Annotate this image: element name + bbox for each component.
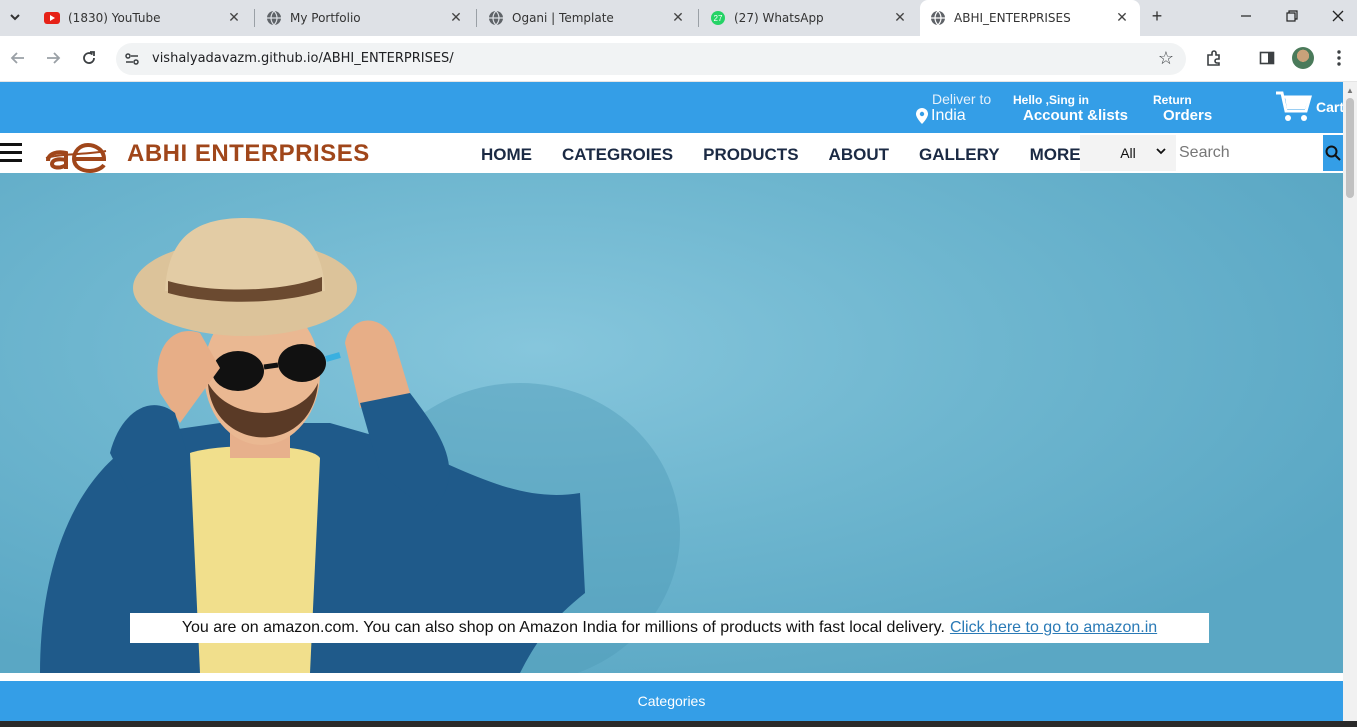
restore-icon	[1286, 10, 1298, 22]
tab-ogani[interactable]: Ogani | Template ✕	[480, 0, 694, 36]
search-bar: All	[1080, 135, 1343, 171]
tab-abhi-enterprises[interactable]: ABHI_ENTERPRISES ✕	[920, 0, 1140, 36]
tab-portfolio[interactable]: My Portfolio ✕	[258, 0, 472, 36]
close-window-button[interactable]	[1315, 0, 1357, 32]
extensions-button[interactable]	[1202, 46, 1226, 70]
tab-divider	[254, 9, 255, 27]
reload-button[interactable]	[77, 46, 101, 70]
web-page: Deliver to India Hello ,Sing in Account …	[0, 82, 1343, 727]
back-button[interactable]	[6, 46, 30, 70]
deliver-to[interactable]: Deliver to India	[916, 91, 991, 125]
tab-youtube[interactable]: (1830) YouTube ✕	[36, 0, 250, 36]
returns-label: Return	[1153, 93, 1192, 107]
amazon-notice-banner: You are on amazon.com. You can also shop…	[130, 613, 1209, 643]
hero-banner: You are on amazon.com. You can also shop…	[0, 173, 1343, 673]
address-bar[interactable]: vishalyadavazm.github.io/ABHI_ENTERPRISE…	[116, 43, 1186, 75]
cart-button[interactable]: Cart	[1276, 91, 1343, 123]
close-icon[interactable]: ✕	[448, 10, 464, 26]
tab-strip: (1830) YouTube ✕ My Portfolio ✕ Ogani | …	[0, 0, 1357, 36]
search-button[interactable]	[1323, 135, 1343, 171]
hamburger-menu-icon[interactable]	[0, 143, 22, 163]
amazon-notice-text: You are on amazon.com. You can also shop…	[181, 619, 945, 636]
whatsapp-icon: 27	[710, 10, 726, 26]
tab-title: (1830) YouTube	[68, 11, 161, 25]
close-icon[interactable]: ✕	[1114, 10, 1130, 26]
more-vertical-icon	[1337, 50, 1341, 66]
profile-avatar[interactable]	[1292, 47, 1314, 69]
minimize-icon	[1241, 15, 1251, 17]
brand-name[interactable]: ABHI ENTERPRISES	[127, 140, 370, 168]
hero-model-image	[40, 218, 680, 673]
tab-divider	[476, 9, 477, 27]
bookmark-star-icon[interactable]: ☆	[1158, 48, 1174, 69]
search-icon	[1325, 145, 1341, 161]
side-panel-icon	[1259, 51, 1275, 65]
minimize-button[interactable]	[1223, 0, 1269, 32]
amazon-in-link[interactable]: Click here to go to amazon.in	[950, 619, 1157, 637]
deliver-country: India	[931, 107, 966, 124]
close-icon[interactable]: ✕	[892, 10, 908, 26]
tab-title: (27) WhatsApp	[734, 11, 824, 25]
side-panel-button[interactable]	[1255, 46, 1279, 70]
scrollbar-thumb[interactable]	[1346, 98, 1354, 198]
browser-menu-button[interactable]	[1327, 46, 1351, 70]
globe-icon	[930, 10, 946, 26]
youtube-icon	[44, 10, 60, 26]
search-scope-value: All	[1120, 145, 1136, 161]
chevron-down-icon	[1156, 148, 1166, 155]
orders-label: Orders	[1163, 107, 1213, 124]
search-input[interactable]	[1176, 135, 1323, 171]
nav-gallery[interactable]: GALLERY	[904, 145, 1015, 165]
tab-divider	[698, 9, 699, 27]
arrow-right-icon	[47, 52, 61, 64]
search-scope-select[interactable]: All	[1080, 135, 1176, 171]
main-navbar: ABHI ENTERPRISES HOME CATEGROIES PRODUCT…	[0, 133, 1343, 173]
nav-categories[interactable]: CATEGROIES	[547, 145, 688, 165]
categories-bar[interactable]: Categories	[0, 681, 1343, 721]
restore-button[interactable]	[1269, 0, 1315, 32]
url-text[interactable]: vishalyadavazm.github.io/ABHI_ENTERPRISE…	[152, 51, 454, 66]
tab-title: Ogani | Template	[512, 11, 614, 25]
globe-icon	[266, 10, 282, 26]
new-tab-button[interactable]: +	[1146, 6, 1168, 28]
site-info-icon[interactable]	[124, 51, 140, 67]
location-pin-icon	[916, 108, 928, 124]
arrow-left-icon	[10, 52, 24, 64]
tab-search-button[interactable]	[4, 6, 26, 28]
close-icon[interactable]: ✕	[670, 10, 686, 26]
whatsapp-badge: 27	[714, 14, 723, 23]
tab-title: My Portfolio	[290, 11, 361, 25]
deliver-label: Deliver to	[932, 91, 992, 107]
nav-home[interactable]: HOME	[466, 145, 547, 165]
shopping-cart-icon	[1276, 91, 1312, 121]
main-menu: HOME CATEGROIES PRODUCTS ABOUT GALLERY M…	[466, 145, 1096, 165]
cart-label: Cart	[1316, 99, 1343, 115]
account-link[interactable]: Hello ,Sing in Account &lists	[1013, 93, 1128, 124]
reload-icon	[83, 51, 95, 64]
brand-logo[interactable]	[44, 133, 108, 173]
taskbar-edge	[0, 721, 1357, 727]
browser-toolbar: vishalyadavazm.github.io/ABHI_ENTERPRISE…	[0, 36, 1357, 82]
top-bar: Deliver to India Hello ,Sing in Account …	[0, 82, 1343, 133]
tab-whatsapp[interactable]: 27 (27) WhatsApp ✕	[702, 0, 916, 36]
close-icon[interactable]: ✕	[226, 10, 242, 26]
globe-icon	[488, 10, 504, 26]
close-icon	[1332, 10, 1344, 22]
chevron-down-icon	[10, 14, 20, 21]
page-scrollbar[interactable]: ▲	[1343, 82, 1357, 727]
categories-label: Categories	[637, 693, 706, 709]
account-greeting: Hello ,Sing in	[1013, 93, 1090, 107]
forward-button[interactable]	[41, 46, 65, 70]
puzzle-icon	[1207, 50, 1220, 66]
tab-title: ABHI_ENTERPRISES	[954, 11, 1071, 25]
nav-about[interactable]: ABOUT	[814, 145, 904, 165]
account-label: Account &lists	[1023, 107, 1129, 124]
nav-products[interactable]: PRODUCTS	[688, 145, 813, 165]
scroll-up-icon[interactable]: ▲	[1346, 86, 1354, 95]
returns-orders-link[interactable]: Return Orders	[1153, 93, 1212, 124]
